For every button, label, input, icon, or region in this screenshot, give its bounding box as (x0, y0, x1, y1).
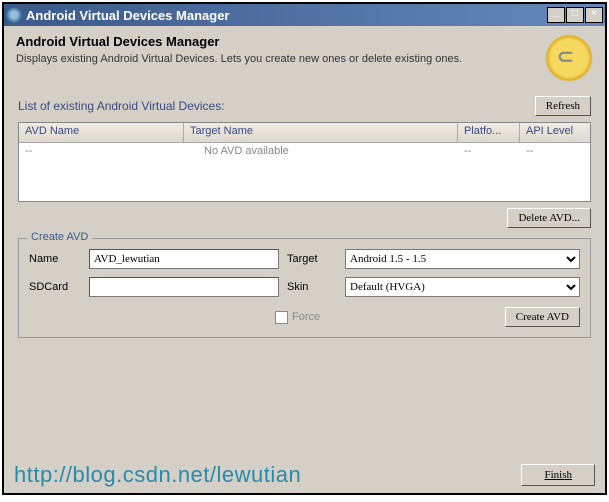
window-titlebar: Android Virtual Devices Manager _ □ × (4, 4, 605, 26)
skin-select[interactable]: Default (HVGA) (345, 277, 580, 297)
maximize-button[interactable]: □ (566, 7, 584, 23)
list-label: List of existing Android Virtual Devices… (18, 99, 535, 113)
name-label: Name (29, 253, 81, 265)
sdcard-input[interactable] (89, 277, 279, 297)
column-target-name[interactable]: Target Name (184, 123, 458, 142)
create-avd-legend: Create AVD (27, 231, 92, 243)
delete-avd-button[interactable]: Delete AVD... (507, 208, 591, 228)
window-title: Android Virtual Devices Manager (26, 8, 547, 23)
create-avd-fieldset: Create AVD Name Target Android 1.5 - 1.5… (18, 238, 591, 338)
avd-table: AVD Name Target Name Platfo... API Level… (18, 122, 591, 202)
skin-label: Skin (287, 281, 337, 293)
sdcard-label: SDCard (29, 281, 81, 293)
page-title: Android Virtual Devices Manager (16, 34, 537, 49)
refresh-button[interactable]: Refresh (535, 96, 591, 116)
watermark-text: http://blog.csdn.net/lewutian (14, 462, 301, 488)
finish-button[interactable]: Finish (521, 464, 595, 486)
cell-target: No AVD available (184, 144, 458, 158)
column-avd-name[interactable]: AVD Name (19, 123, 184, 142)
create-avd-button[interactable]: Create AVD (505, 307, 580, 327)
cell-avd: -- (19, 144, 184, 158)
target-select[interactable]: Android 1.5 - 1.5 (345, 249, 580, 269)
app-icon (6, 7, 22, 23)
page-description: Displays existing Android Virtual Device… (16, 53, 537, 65)
cell-platform: -- (458, 144, 520, 158)
cell-api: -- (520, 144, 590, 158)
minimize-button[interactable]: _ (547, 7, 565, 23)
name-input[interactable] (89, 249, 279, 269)
force-label: Force (292, 311, 320, 323)
table-row: -- No AVD available -- -- (19, 144, 590, 158)
column-api-level[interactable]: API Level (520, 123, 590, 142)
column-platform[interactable]: Platfo... (458, 123, 520, 142)
close-button[interactable]: × (585, 7, 603, 23)
android-badge-icon: ⊂ (545, 34, 593, 82)
force-checkbox[interactable] (275, 311, 288, 324)
target-label: Target (287, 253, 337, 265)
